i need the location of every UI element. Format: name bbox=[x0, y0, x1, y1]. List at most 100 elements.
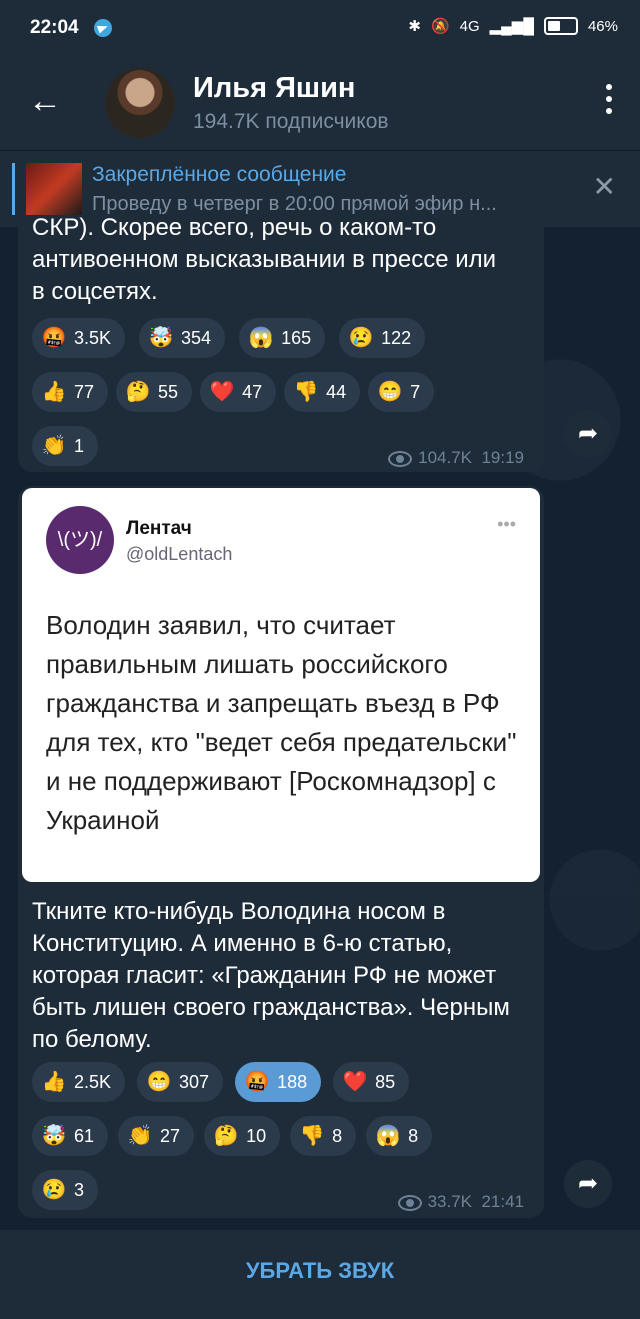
reaction-button[interactable]: 🤬 3.5K bbox=[32, 318, 126, 358]
chat-header: ← Илья Яшин 194.7K подписчиков bbox=[0, 58, 640, 150]
reaction-emoji: 🤔 bbox=[125, 381, 151, 403]
pinned-thumbnail bbox=[26, 163, 82, 215]
status-icons: ✱ 🔕 4G ▂▄▆█ 46% bbox=[408, 17, 618, 35]
message-time: 19:19 bbox=[481, 448, 524, 467]
reaction-emoji: 🤯 bbox=[41, 1125, 67, 1147]
share-icon[interactable]: ➦ bbox=[564, 410, 612, 458]
reaction-button[interactable]: 👎 8 bbox=[290, 1116, 357, 1156]
reaction-emoji: 👍 bbox=[41, 381, 67, 403]
reaction-button[interactable]: 👍 77 bbox=[32, 372, 109, 412]
message-time: 21:41 bbox=[481, 1192, 524, 1211]
share-icon[interactable]: ➦ bbox=[564, 1160, 612, 1208]
message-bubble[interactable]: СКР). Скорее всего, речь о каком-то анти… bbox=[18, 214, 544, 472]
views-icon bbox=[388, 450, 413, 467]
reaction-emoji: 🤯 bbox=[148, 327, 174, 349]
status-bar: 22:04 ✱ 🔕 4G ▂▄▆█ 46% bbox=[0, 0, 640, 58]
message-text: Ткните кто-нибудь Володина носом в Конст… bbox=[32, 898, 510, 1053]
reaction-button-selected[interactable]: 🤬 188 bbox=[235, 1062, 322, 1102]
signal-icon: ▂▄▆█ bbox=[489, 18, 534, 35]
reaction-button[interactable]: 😢 3 bbox=[32, 1170, 99, 1210]
reaction-emoji: 👍 bbox=[41, 1071, 67, 1093]
pinned-indicator bbox=[12, 163, 15, 215]
reaction-button[interactable]: 👍 2.5K bbox=[32, 1062, 126, 1102]
reaction-emoji: 👎 bbox=[293, 381, 319, 403]
reaction-count: 165 bbox=[281, 327, 312, 348]
telegram-icon bbox=[94, 19, 112, 37]
reaction-emoji: 👏 bbox=[41, 435, 67, 457]
reaction-count: 1 bbox=[74, 435, 85, 456]
reaction-button[interactable]: 🤯 354 bbox=[139, 318, 226, 358]
reaction-button[interactable]: 👏 27 bbox=[118, 1116, 195, 1156]
reaction-emoji: 😱 bbox=[375, 1125, 401, 1147]
reaction-count: 8 bbox=[408, 1125, 419, 1146]
back-arrow-icon[interactable]: ← bbox=[28, 84, 62, 118]
battery-icon bbox=[543, 17, 578, 35]
reaction-emoji: 🤔 bbox=[213, 1125, 239, 1147]
reaction-count: 307 bbox=[179, 1071, 210, 1092]
reaction-emoji: 😱 bbox=[248, 327, 274, 349]
reaction-button[interactable]: 😱 165 bbox=[239, 318, 326, 358]
more-menu-icon[interactable] bbox=[606, 84, 614, 120]
reaction-button[interactable]: 🤯 61 bbox=[32, 1116, 109, 1156]
reaction-emoji: 😁 bbox=[377, 381, 403, 403]
reaction-count: 55 bbox=[158, 381, 179, 402]
channel-title[interactable]: Илья Яшин bbox=[193, 72, 355, 105]
tweet-author-name: Лентач bbox=[126, 518, 192, 539]
reaction-emoji: 👏 bbox=[127, 1125, 153, 1147]
message-bubble[interactable]: \(ツ)/ Лентач @oldLentach ••• Володин зая… bbox=[18, 486, 544, 1218]
reaction-button[interactable]: ❤️ 47 bbox=[200, 372, 277, 412]
reaction-emoji: 😁 bbox=[146, 1071, 172, 1093]
reaction-button[interactable]: 👎 44 bbox=[284, 372, 361, 412]
reaction-button[interactable]: 👏 1 bbox=[32, 426, 99, 466]
reaction-button[interactable]: ❤️ 85 bbox=[333, 1062, 410, 1102]
tweet-card[interactable]: \(ツ)/ Лентач @oldLentach ••• Володин зая… bbox=[22, 488, 540, 882]
channel-avatar[interactable] bbox=[105, 68, 175, 138]
reaction-emoji: 🤬 bbox=[41, 327, 67, 349]
tweet-author-handle: @oldLentach bbox=[126, 544, 233, 564]
subscriber-count: 194.7K подписчиков bbox=[193, 110, 389, 133]
reaction-count: 7 bbox=[410, 381, 421, 402]
reaction-button[interactable]: 🤔 10 bbox=[204, 1116, 281, 1156]
reaction-count: 354 bbox=[181, 327, 212, 348]
reaction-count: 61 bbox=[74, 1125, 95, 1146]
reaction-button[interactable]: 😁 7 bbox=[368, 372, 435, 412]
reaction-count: 85 bbox=[375, 1071, 396, 1092]
reaction-button[interactable]: 😁 307 bbox=[137, 1062, 224, 1102]
reaction-count: 3.5K bbox=[74, 327, 112, 348]
reaction-emoji: 😢 bbox=[348, 327, 374, 349]
reaction-button[interactable]: 😢 122 bbox=[339, 318, 426, 358]
reaction-emoji: 🤬 bbox=[244, 1071, 270, 1093]
pinned-title: Закреплённое сообщение bbox=[92, 163, 347, 186]
tweet-more-icon: ••• bbox=[497, 514, 516, 534]
bottom-bar: УБРАТЬ ЗВУК bbox=[0, 1230, 640, 1319]
reaction-count: 3 bbox=[74, 1179, 85, 1200]
tweet-text: Володин заявил, что считает правильным л… bbox=[46, 610, 517, 835]
network-icon: 4G bbox=[459, 17, 480, 35]
battery-percent: 46% bbox=[587, 17, 618, 35]
reaction-count: 44 bbox=[326, 381, 347, 402]
reaction-count: 10 bbox=[246, 1125, 267, 1146]
reaction-count: 122 bbox=[381, 327, 412, 348]
reaction-emoji: ❤️ bbox=[209, 381, 235, 403]
view-count: 33.7K bbox=[427, 1192, 472, 1211]
reaction-emoji: 👎 bbox=[299, 1125, 325, 1147]
reaction-count: 27 bbox=[160, 1125, 181, 1146]
message-meta: 33.7K 21:41 bbox=[397, 1192, 524, 1212]
message-meta: 104.7K 19:19 bbox=[388, 448, 524, 468]
views-icon bbox=[397, 1194, 422, 1211]
reaction-button[interactable]: 🤔 55 bbox=[116, 372, 193, 412]
reaction-emoji: ❤️ bbox=[342, 1071, 368, 1093]
mute-button[interactable]: УБРАТЬ ЗВУК bbox=[0, 1258, 640, 1284]
status-time: 22:04 bbox=[30, 17, 79, 38]
reaction-count: 47 bbox=[242, 381, 263, 402]
mute-icon: 🔕 bbox=[430, 18, 450, 35]
reaction-count: 188 bbox=[277, 1071, 308, 1092]
tweet-avatar: \(ツ)/ bbox=[46, 506, 114, 574]
bluetooth-icon: ✱ bbox=[408, 18, 421, 35]
reaction-button[interactable]: 😱 8 bbox=[366, 1116, 433, 1156]
reaction-emoji: 😢 bbox=[41, 1179, 67, 1201]
reaction-count: 8 bbox=[332, 1125, 343, 1146]
reaction-count: 2.5K bbox=[74, 1071, 112, 1092]
view-count: 104.7K bbox=[418, 448, 472, 467]
close-icon[interactable]: ✕ bbox=[593, 173, 616, 201]
